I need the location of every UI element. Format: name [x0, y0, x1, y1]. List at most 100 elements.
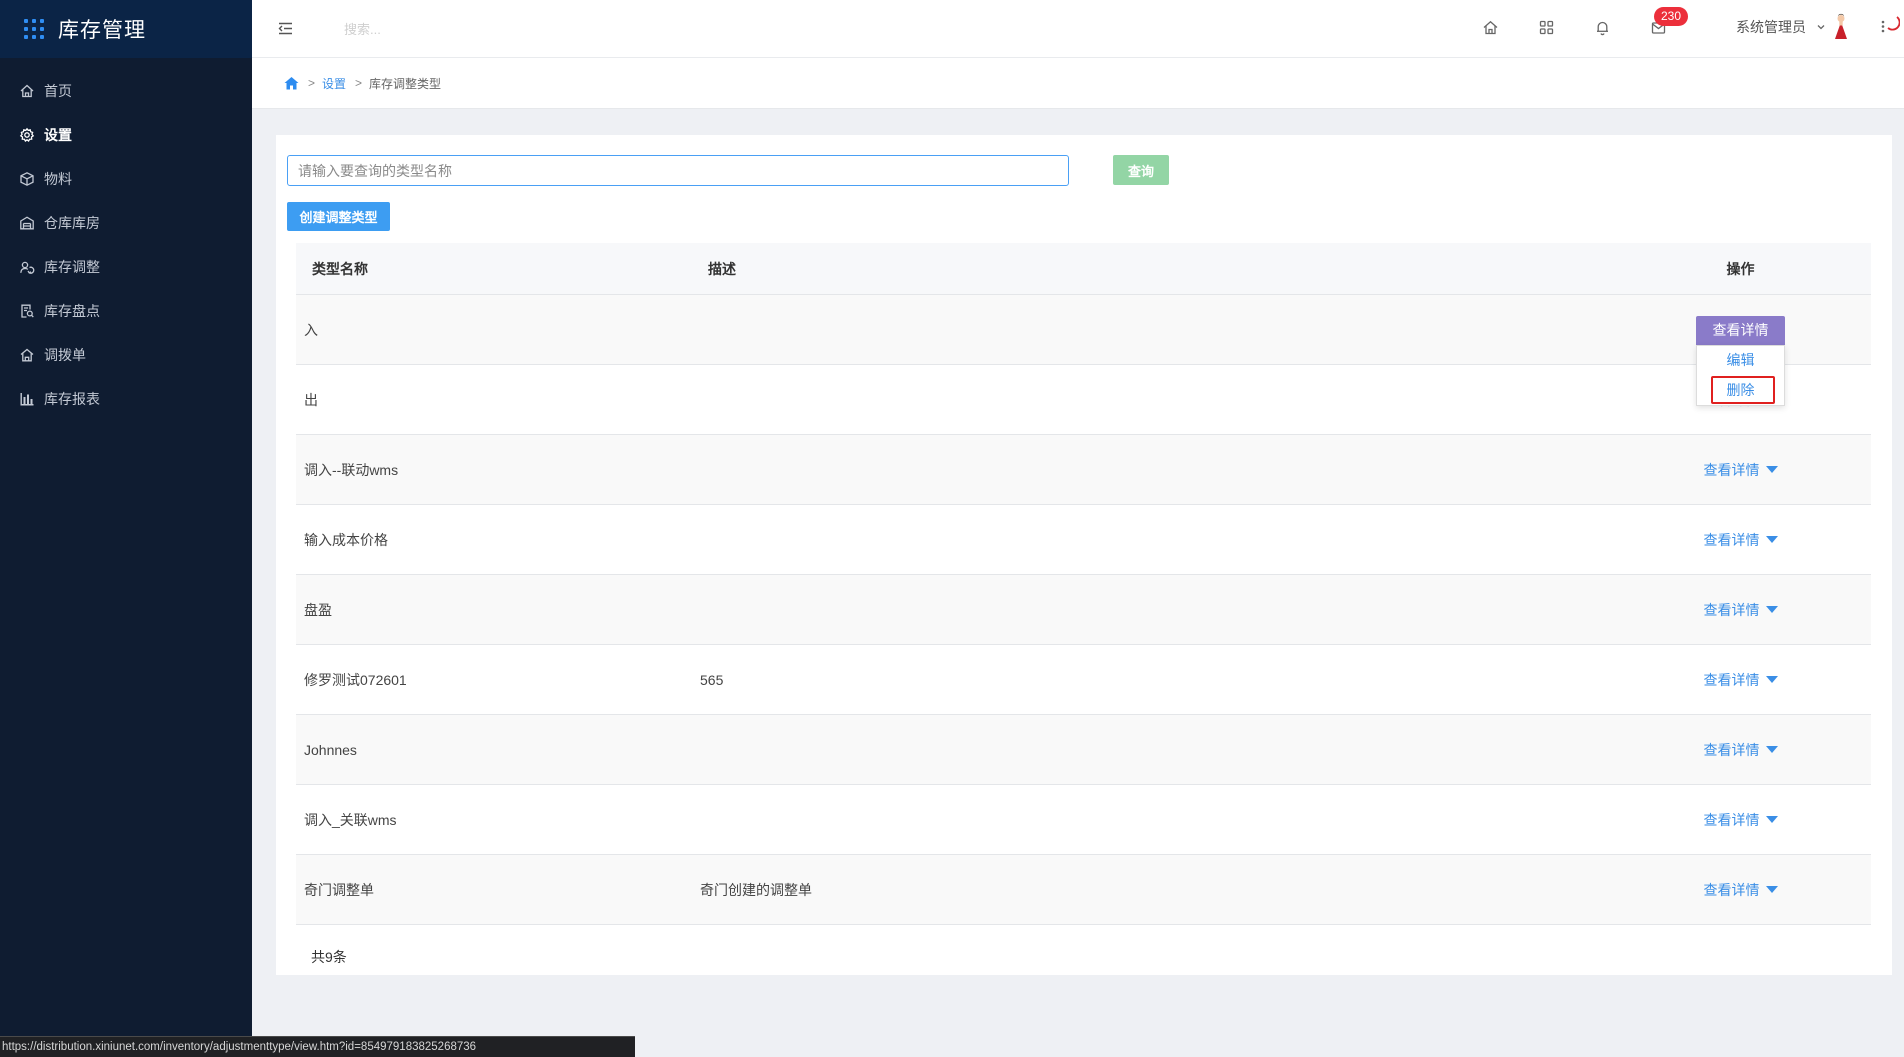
sidebar-item-warehouse[interactable]: 仓库库房 [0, 201, 252, 245]
table-row[interactable]: Johnnes 查看详情 [296, 715, 1871, 785]
sidebar-item-label: 调拨单 [44, 347, 86, 363]
column-header-actions: 操作 [1726, 260, 1755, 277]
sidebar-item-label: 库存报表 [44, 391, 100, 407]
sidebar-item-label: 仓库库房 [44, 215, 100, 231]
actions-cell: 查看详情 [1610, 670, 1871, 690]
table-row[interactable]: 出 查看详情 [296, 365, 1871, 435]
global-search-input[interactable] [344, 17, 564, 41]
more-icon[interactable] [1880, 14, 1900, 36]
sidebar-item-inventory-report[interactable]: 库存报表 [0, 377, 252, 421]
sidebar-item-transfer-order[interactable]: 调拨单 [0, 333, 252, 377]
query-button[interactable]: 查询 [1113, 155, 1169, 185]
chevron-down-icon[interactable] [1816, 22, 1826, 32]
type-name-cell: 入 [304, 321, 318, 338]
view-details-link[interactable]: 查看详情 [1704, 460, 1778, 480]
view-details-link[interactable]: 查看详情 [1704, 810, 1778, 830]
caret-down-icon [1765, 745, 1778, 754]
sidebar: 库存管理 首页 设置 物料 仓库库房 库存调整 库存盘点 调拨单 库存报表 [0, 0, 252, 1057]
caret-down-icon [1765, 675, 1778, 684]
actions-cell: 查看详情 [1610, 880, 1871, 900]
type-name-cell: 盘盈 [304, 601, 332, 618]
home-icon[interactable] [1482, 19, 1499, 36]
sidebar-item-settings[interactable]: 设置 [0, 113, 252, 157]
sidebar-item-label: 库存盘点 [44, 303, 100, 319]
total-count: 共9条 [311, 949, 347, 965]
table-row[interactable]: 修罗测试072601 565 查看详情 [296, 645, 1871, 715]
notification-badge: 230 [1654, 7, 1688, 26]
bell-icon[interactable] [1594, 19, 1611, 36]
avatar[interactable] [1832, 13, 1850, 41]
user-name[interactable]: 系统管理员 [1736, 19, 1806, 36]
sidebar-item-materials[interactable]: 物料 [0, 157, 252, 201]
view-details-link[interactable]: 查看详情 [1704, 740, 1778, 760]
view-details-label: 查看详情 [1703, 531, 1760, 548]
sidebar-item-inventory-adjustment[interactable]: 库存调整 [0, 245, 252, 289]
breadcrumb-item-current: 库存调整类型 [369, 76, 442, 91]
table-row[interactable]: 奇门调整单 奇门创建的调整单 查看详情 [296, 855, 1871, 925]
type-name-cell: 输入成本价格 [304, 531, 388, 548]
logo-bar: 库存管理 [0, 0, 252, 58]
content-card: 查询 创建调整类型 类型名称 描述 操作 入 查看详情 编辑 删除 [276, 135, 1892, 975]
sidebar-item-label: 设置 [44, 127, 72, 143]
menu-fold-icon[interactable] [277, 20, 294, 37]
view-details-link[interactable]: 查看详情 [1704, 670, 1778, 690]
table-row[interactable]: 调入_关联wms 查看详情 [296, 785, 1871, 855]
type-name-cell: 调入_关联wms [304, 811, 397, 828]
actions-cell: 查看详情 [1610, 460, 1871, 480]
apps-grid-icon[interactable] [1538, 19, 1555, 36]
table-body: 入 查看详情 编辑 删除 出 查看详情 [296, 295, 1871, 925]
create-adjustment-type-button[interactable]: 创建调整类型 [287, 202, 390, 231]
view-details-link[interactable]: 查看详情 [1704, 600, 1778, 620]
view-details-link[interactable]: 查看详情 [1704, 530, 1778, 550]
view-details-label: 查看详情 [1703, 671, 1760, 688]
column-header-type-name[interactable]: 类型名称 [296, 259, 692, 279]
sidebar-menu: 首页 设置 物料 仓库库房 库存调整 库存盘点 调拨单 库存报表 [0, 69, 252, 421]
breadcrumb-item-settings[interactable]: 设置 [322, 75, 346, 92]
cube-icon [19, 171, 35, 187]
type-name-cell: 修罗测试072601 [304, 671, 407, 688]
actions-cell: 查看详情 编辑 删除 [1610, 295, 1871, 406]
table-row[interactable]: 入 查看详情 编辑 删除 [296, 295, 1871, 406]
breadcrumb-separator: > [355, 76, 363, 90]
bar-chart-icon [19, 391, 35, 407]
view-details-label: 查看详情 [1703, 741, 1760, 758]
gear-icon [19, 127, 35, 143]
column-header-description[interactable]: 描述 [692, 259, 1610, 279]
warehouse-icon [19, 215, 35, 231]
caret-down-icon [1765, 815, 1778, 824]
view-details-dropdown-button[interactable]: 查看详情 [1696, 316, 1785, 345]
top-header: 230 系统管理员 [252, 0, 1904, 58]
caret-down-icon [1765, 605, 1778, 614]
actions-cell: 查看详情 [1610, 740, 1871, 760]
edit-menu-item[interactable]: 编辑 [1697, 346, 1784, 375]
table-row[interactable]: 输入成本价格 查看详情 [296, 505, 1871, 575]
sidebar-item-label: 库存调整 [44, 259, 100, 275]
caret-down-icon [1765, 465, 1778, 474]
actions-cell: 查看详情 [1610, 530, 1871, 550]
adjust-icon [19, 259, 35, 275]
apps-logo-icon[interactable] [24, 19, 44, 39]
type-name-cell: 出 [304, 391, 318, 408]
table-row[interactable]: 盘盈 查看详情 [296, 575, 1871, 645]
browser-status-bar: https://distribution.xiniunet.com/invent… [0, 1036, 635, 1057]
home-icon [19, 83, 35, 99]
view-details-link[interactable]: 查看详情 [1704, 880, 1778, 900]
delete-menu-item[interactable]: 删除 [1697, 376, 1784, 404]
type-name-cell: 调入--联动wms [304, 461, 399, 478]
clipboard-search-icon [19, 303, 35, 319]
description-cell: 奇门创建的调整单 [700, 881, 812, 898]
description-cell: 565 [700, 671, 724, 688]
type-name-cell: 奇门调整单 [304, 881, 374, 898]
sidebar-item-stocktaking[interactable]: 库存盘点 [0, 289, 252, 333]
sidebar-item-label: 物料 [44, 171, 72, 187]
breadcrumb-home-icon[interactable] [284, 76, 299, 90]
breadcrumb-separator: > [308, 76, 316, 90]
actions-cell: 查看详情 [1610, 810, 1871, 830]
caret-down-icon [1765, 535, 1778, 544]
sidebar-item-home[interactable]: 首页 [0, 69, 252, 113]
view-details-label: 查看详情 [1703, 811, 1760, 828]
table-header: 类型名称 描述 操作 [296, 243, 1871, 295]
table-row[interactable]: 调入--联动wms 查看详情 [296, 435, 1871, 505]
type-name-search-input[interactable] [287, 155, 1069, 186]
adjustment-type-table: 类型名称 描述 操作 入 查看详情 编辑 删除 出 调入--联动wms 查看详情… [296, 243, 1871, 925]
